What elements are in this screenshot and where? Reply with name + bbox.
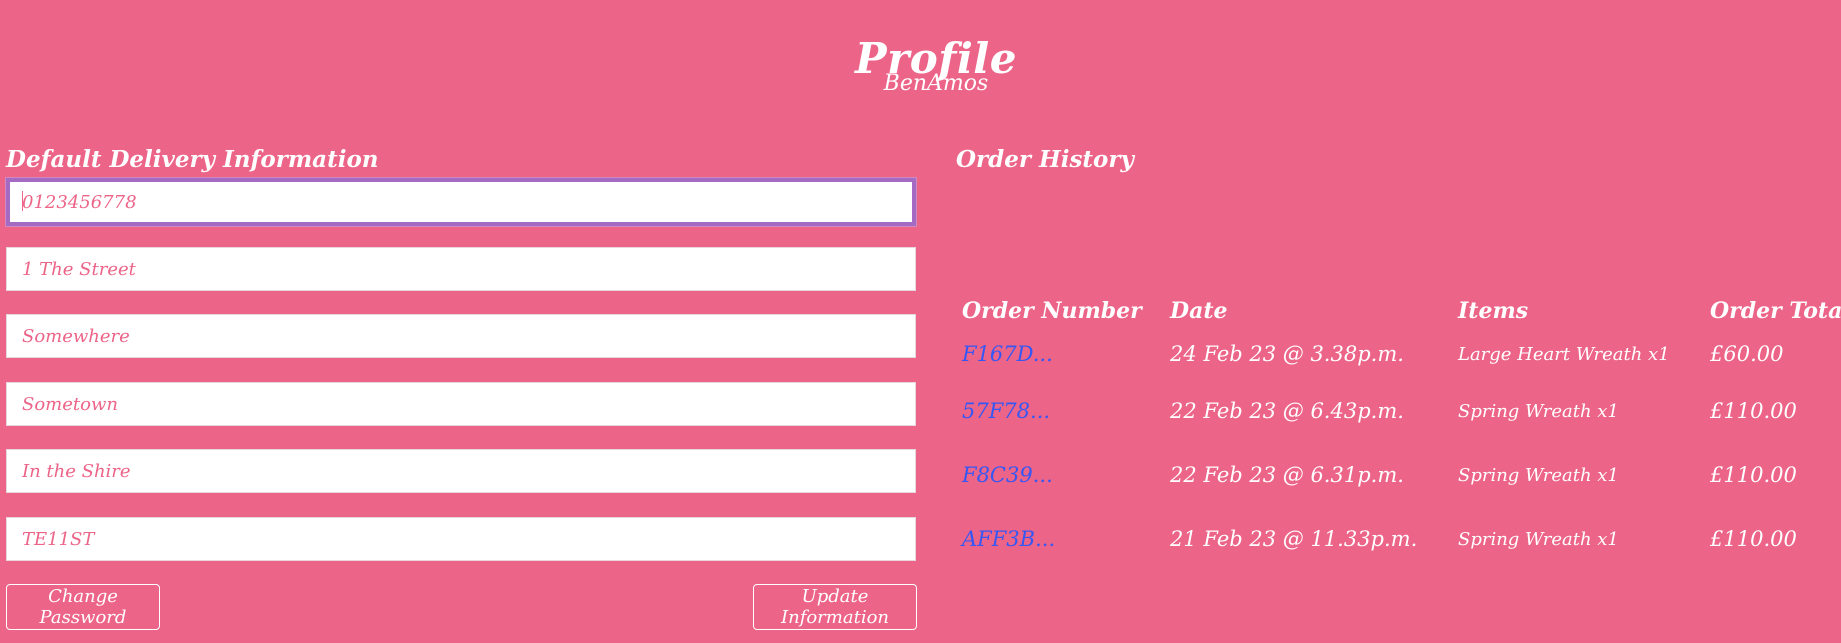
table-row: 57F78... 22 Feb 23 @ 6.43p.m. Spring Wre… xyxy=(956,379,1841,443)
order-number-link[interactable]: AFF3B... xyxy=(962,527,1055,551)
order-date: 22 Feb 23 @ 6.43p.m. xyxy=(1170,399,1404,423)
date-column-header: Date xyxy=(1170,298,1228,324)
order-total-column-header: Order Total xyxy=(1710,298,1841,324)
change-password-button[interactable]: Change Password xyxy=(6,584,160,630)
order-number-column-header: Order Number xyxy=(962,298,1142,324)
table-row: F167D... 24 Feb 23 @ 3.38p.m. Large Hear… xyxy=(956,329,1841,379)
items-column-header: Items xyxy=(1458,298,1529,324)
order-history-header: Order Number Date Items Order Total xyxy=(956,293,1841,329)
order-items: Large Heart Wreath x1 xyxy=(1458,343,1670,365)
order-history-table: Order Number Date Items Order Total F167… xyxy=(956,293,1841,571)
street-address-2-field[interactable] xyxy=(6,314,916,358)
profile-username: BenAmos xyxy=(883,71,989,96)
phone-number-field[interactable] xyxy=(6,178,916,226)
table-row: F8C39... 22 Feb 23 @ 6.31p.m. Spring Wre… xyxy=(956,443,1841,507)
order-date: 21 Feb 23 @ 11.33p.m. xyxy=(1170,527,1418,551)
order-history-heading: Order History xyxy=(956,146,1134,174)
order-total: £60.00 xyxy=(1710,342,1784,366)
delivery-information-heading: Default Delivery Information xyxy=(6,146,379,174)
order-items: Spring Wreath x1 xyxy=(1458,464,1619,486)
order-items: Spring Wreath x1 xyxy=(1458,400,1619,422)
order-total: £110.00 xyxy=(1710,399,1797,423)
order-items: Spring Wreath x1 xyxy=(1458,528,1619,550)
order-number-link[interactable]: F167D... xyxy=(962,342,1053,366)
order-number-link[interactable]: 57F78... xyxy=(962,399,1050,423)
order-date: 24 Feb 23 @ 3.38p.m. xyxy=(1170,342,1404,366)
order-total: £110.00 xyxy=(1710,527,1797,551)
order-number-link[interactable]: F8C39... xyxy=(962,463,1053,487)
update-information-button[interactable]: Update Information xyxy=(753,584,917,630)
table-row: AFF3B... 21 Feb 23 @ 11.33p.m. Spring Wr… xyxy=(956,507,1841,571)
town-field[interactable] xyxy=(6,382,916,426)
postcode-field[interactable] xyxy=(6,517,916,561)
street-address-1-field[interactable] xyxy=(6,247,916,291)
text-cursor xyxy=(22,191,23,211)
order-date: 22 Feb 23 @ 6.31p.m. xyxy=(1170,463,1404,487)
county-field[interactable] xyxy=(6,449,916,493)
order-total: £110.00 xyxy=(1710,463,1797,487)
